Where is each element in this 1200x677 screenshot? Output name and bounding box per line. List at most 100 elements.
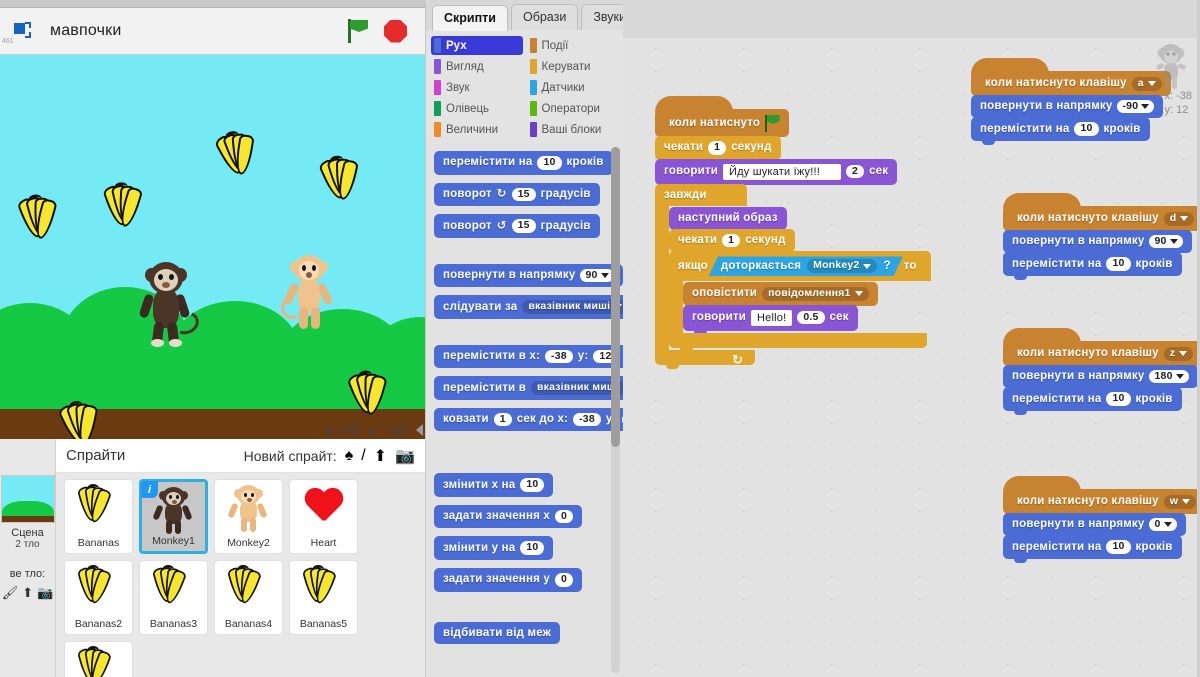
category-4[interactable]: Величини [431,120,523,139]
y-value-input[interactable]: 0 [555,573,574,587]
steps-input[interactable]: 10 [1074,122,1099,136]
direction-dropdown[interactable]: -90 [1117,99,1155,114]
say-seconds-input[interactable]: 2 [846,164,865,179]
x-input[interactable]: -38 [573,412,601,427]
direction-dropdown[interactable]: 180 [1149,369,1189,384]
palette-block-set-x[interactable]: задати значення x 0 [434,504,583,529]
hat-when-key-pressed[interactable]: коли натиснуто клавішу w [1003,476,1200,518]
block-move-steps[interactable]: перемістити на 10 кроків [971,117,1150,145]
block-say-for-seconds[interactable]: говорити Hello! 0.5 сек [683,304,858,335]
direction-dropdown[interactable]: 0 [1149,517,1177,532]
degrees-input[interactable]: 15 [511,219,536,233]
script-canvas[interactable]: коли натиснуто чекати 1 секунд говорити … [623,38,1200,677]
x-input[interactable]: -38 [545,349,573,364]
script-when-key-a-pressed[interactable]: коли натиснуто клавішу a повернути в напря… [971,58,1171,145]
palette-block-point-towards[interactable]: слідувати за вказівник миші [434,295,623,319]
block-if-then[interactable]: якщо доторкається Monkey2 ? то оповістит… [669,251,931,352]
palette-scrollbar[interactable] [611,147,620,673]
block-forever[interactable]: завжди наступний образ чекати 1 секунд я… [655,183,931,369]
palette-block-turn-ccw[interactable]: поворот ↺ 15 градусів [434,214,600,238]
block-palette[interactable]: перемістити на 10 кроків поворот ↻ 15 гр… [426,143,623,677]
palette-scrollbar-thumb[interactable] [611,147,620,447]
palette-block-bounce-on-edge[interactable]: відбивати від меж [434,621,561,645]
steps-input[interactable]: 10 [1106,392,1131,406]
block-move-steps[interactable]: перемістити на 10 кроків [1003,252,1182,280]
stage-selector[interactable]: Сцена 2 тло ве тло: 🖌 ⬆ 📷 [0,439,56,677]
category-3[interactable]: Олівець [431,99,523,118]
sprite-card-bananas6[interactable]: Bananas6 [64,641,133,677]
category-0[interactable]: Події [527,36,619,55]
block-broadcast[interactable]: оповістити повідомлення1 [683,282,878,310]
green-flag-icon[interactable] [348,19,370,43]
hat-when-key-pressed[interactable]: коли натиснуто клавішу z [1003,328,1200,370]
category-2[interactable]: Звук [431,78,523,97]
degrees-input[interactable]: 15 [511,187,536,202]
palette-block-set-y[interactable]: задати значення y 0 [434,568,583,592]
secs-input[interactable]: 1 [493,412,512,427]
palette-block-glide[interactable]: ковзати 1 сек до x: -38 y: 1 [434,407,623,432]
palette-block-goto-target[interactable]: перемістити в вказівник миші [434,376,623,400]
sprite-card-bananas5[interactable]: Bananas5 [289,560,358,635]
fullscreen-icon[interactable] [12,21,32,41]
category-0[interactable]: Рух [431,36,523,55]
direction-dropdown[interactable]: 90 [1149,234,1183,249]
y-delta-input[interactable]: 10 [520,541,545,556]
hat-when-key-pressed[interactable]: коли натиснуто клавішу a [971,58,1171,100]
script-when-key-z-pressed[interactable]: коли натиснуто клавішу z повернути в напря… [1003,328,1200,415]
stop-sign-icon[interactable] [384,19,407,43]
script-main[interactable]: коли натиснуто чекати 1 секунд говорити … [655,96,931,369]
wait-seconds-input[interactable]: 1 [708,141,727,155]
key-dropdown[interactable]: d [1163,212,1195,226]
sprite-card-heart[interactable]: Heart [289,479,358,554]
palette-block-change-y[interactable]: змінити y на 10 [434,536,554,561]
sprite-card-bananas[interactable]: Bananas [64,479,133,554]
stage-collapse-arrow-icon[interactable] [416,424,423,436]
block-point-in-direction[interactable]: повернути в напрямку 180 [1003,364,1198,392]
key-dropdown[interactable]: w [1163,495,1197,509]
palette-block-move-steps[interactable]: перемістити на 10 кроків [434,151,613,175]
x-delta-input[interactable]: 10 [520,478,545,492]
camera-icon[interactable]: 📷 [37,585,53,601]
touching-target-dropdown[interactable]: Monkey2 [807,259,877,273]
steps-input[interactable]: 10 [1106,257,1131,271]
stage-bananas[interactable] [313,151,374,210]
tab-scripts[interactable]: Скрипти [432,5,508,31]
stage-bananas[interactable] [341,367,400,424]
block-point-in-direction[interactable]: повернути в напрямку 90 [1003,229,1192,257]
say-text-input[interactable]: Hello! [751,309,793,326]
upload-sprite-icon[interactable]: ⬆ [374,446,387,466]
sprite-card-monkey1[interactable]: i Monkey1 [139,479,208,554]
camera-sprite-icon[interactable]: 📷 [395,446,415,466]
x-value-input[interactable]: 0 [555,509,574,524]
steps-input[interactable]: 10 [537,156,562,170]
sprite-card-bananas4[interactable]: Bananas4 [214,560,283,635]
script-when-key-w-pressed[interactable]: коли натиснуто клавішу w повернути в напря… [1003,476,1200,563]
choose-sprite-icon[interactable]: ♠ [345,447,354,465]
target-dropdown[interactable]: вказівник миші [530,381,623,395]
upload-icon[interactable]: ⬆ [22,585,33,601]
block-wait-seconds[interactable]: чекати 1 секунд [655,136,781,164]
palette-block-change-x[interactable]: змінити x на 10 [434,473,554,497]
stage-bananas[interactable] [208,125,272,187]
forever-header[interactable]: завжди [655,183,747,207]
stage-bananas[interactable] [11,191,70,248]
block-move-steps[interactable]: перемістити на 10 кроків [1003,387,1182,415]
stage-thumbnail[interactable] [1,475,55,523]
say-seconds-input[interactable]: 0.5 [797,310,825,325]
paint-sprite-icon[interactable]: / [361,447,365,465]
stage-canvas[interactable]: x: 240 y: -180 [0,55,425,439]
category-1[interactable]: Вигляд [431,57,523,76]
sprite-card-bananas2[interactable]: Bananas2 [64,560,133,635]
category-3[interactable]: Оператори [527,99,619,118]
block-say-for-seconds[interactable]: говорити Йду шукати їжу!!! 2 сек [655,158,898,189]
block-touching-sprite[interactable]: доторкається Monkey2 ? [709,256,903,276]
direction-dropdown[interactable]: 90 [580,268,614,283]
broadcast-message-dropdown[interactable]: повідомлення1 [762,287,869,301]
stage-monkey2[interactable] [278,253,334,331]
sprite-card-monkey2[interactable]: Monkey2 [214,479,283,554]
block-wait-seconds[interactable]: чекати 1 секунд [669,228,795,256]
script-when-key-d-pressed[interactable]: коли натиснуто клавішу d повернути в напря… [1003,193,1200,280]
category-1[interactable]: Керувати [527,57,619,76]
stage-monkey1[interactable] [138,260,202,348]
target-dropdown[interactable]: вказівник миші [522,300,623,314]
